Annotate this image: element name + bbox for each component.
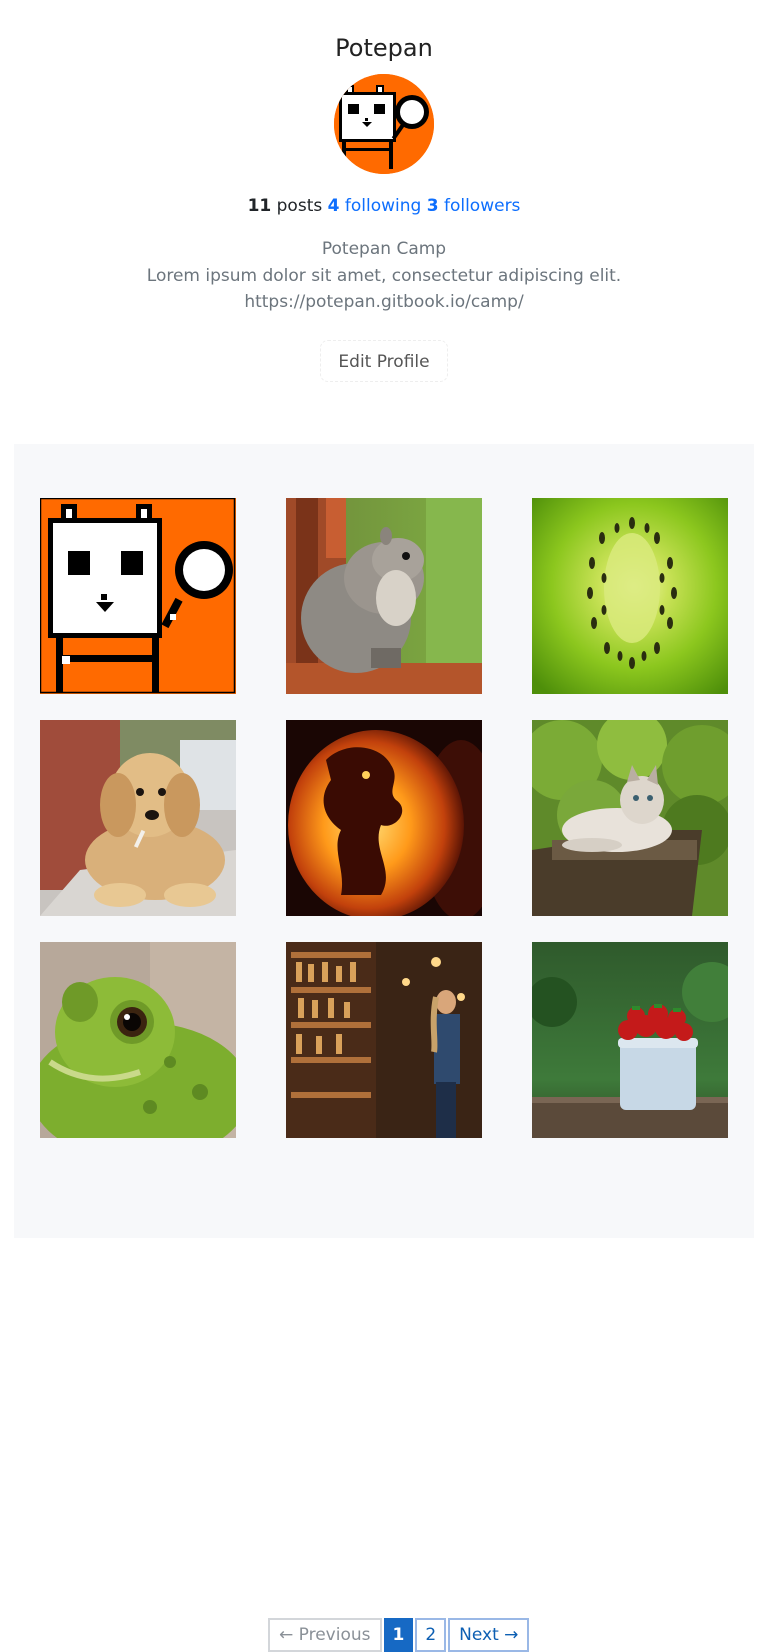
post-thumbnail[interactable] (40, 498, 236, 694)
post-thumbnail[interactable] (286, 498, 482, 694)
shop-shelves-image (286, 942, 482, 1138)
previous-page-button: ← Previous (268, 1618, 382, 1652)
post-thumbnail[interactable] (40, 942, 236, 1138)
post-thumbnail[interactable] (40, 720, 236, 916)
cat-on-stump-image (532, 720, 728, 916)
bio-website: https://potepan.gitbook.io/camp/ (244, 292, 524, 312)
avatar[interactable] (334, 74, 434, 174)
pagination: ← Previous 1 2 Next → (268, 1618, 531, 1652)
page-1-button[interactable]: 1 (383, 1618, 414, 1652)
profile-username: Potepan (335, 34, 433, 62)
post-thumbnail[interactable] (532, 720, 728, 916)
following-link[interactable]: 4 following (328, 196, 422, 216)
post-thumbnail[interactable] (532, 942, 728, 1138)
strawberries-bowl-image (532, 942, 728, 1138)
bio-description: Lorem ipsum dolor sit amet, consectetur … (146, 265, 622, 286)
profile-stats: 11 posts 4 following 3 followers (0, 193, 768, 219)
carved-pumpkin-image (286, 720, 482, 916)
kiwi-slice-image (532, 498, 728, 694)
post-thumbnail[interactable] (286, 720, 482, 916)
posts-gallery: ← Previous 1 2 Next → (14, 444, 754, 1652)
page-2-button[interactable]: 2 (415, 1618, 447, 1652)
posts-stat: 11 posts (247, 196, 323, 216)
post-thumbnail[interactable] (286, 942, 482, 1138)
robot-mascot-image (40, 498, 236, 694)
next-page-button[interactable]: Next → (448, 1618, 530, 1652)
robot-mascot-icon (334, 74, 434, 174)
followers-link[interactable]: 3 followers (427, 196, 521, 216)
bio-name: Potepan Camp (321, 239, 447, 259)
puppy-image (40, 720, 236, 916)
frog-image (40, 942, 236, 1138)
edit-profile-button[interactable]: Edit Profile (320, 340, 448, 382)
post-thumbnail[interactable] (532, 498, 728, 694)
squirrel-image (286, 498, 482, 694)
profile-bio: Potepan Camp Lorem ipsum dolor sit amet,… (0, 236, 768, 316)
